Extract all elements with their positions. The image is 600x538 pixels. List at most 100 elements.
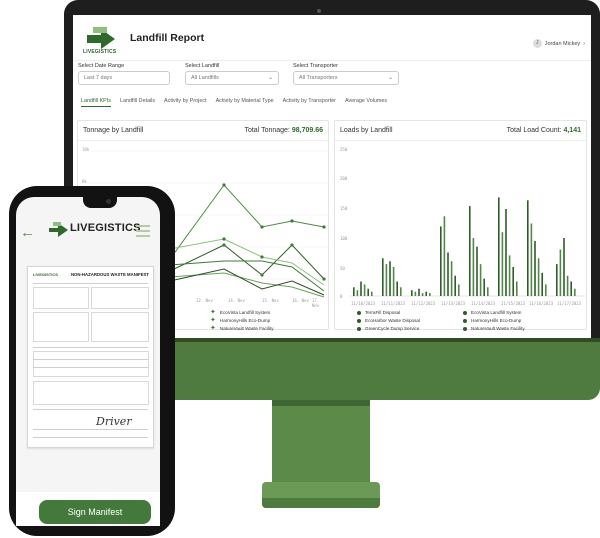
legend-item[interactable]: ✦ NatureVault Waste Facility	[210, 324, 274, 332]
x-tick-label: 11/15/2023	[501, 301, 526, 306]
series-line-6	[169, 268, 325, 296]
tab-activity-by-material[interactable]: Activity by Material Type	[216, 98, 274, 107]
legend-label: GreenCycle Dump Service	[365, 326, 420, 331]
load-bar	[450, 261, 453, 296]
brand-name: LIVEGISTICS	[83, 49, 117, 55]
load-bar	[411, 290, 413, 296]
x-tick-label: 11/13/2023	[441, 301, 466, 306]
manifest-header: LIVEGISTICS NON-HAZARDOUS WASTE MANIFEST	[33, 272, 149, 280]
livegistics-logo-icon	[49, 222, 68, 237]
load-bar	[516, 281, 518, 296]
hamburger-icon[interactable]	[136, 222, 150, 240]
loads-bar-chart	[349, 197, 585, 297]
divider	[33, 283, 148, 284]
legend-item[interactable]: TerraFill Disposal	[357, 310, 400, 315]
load-bar	[389, 261, 391, 296]
load-bar	[527, 200, 529, 296]
load-bar	[498, 197, 500, 296]
x-tick-label: 16. Nov	[292, 298, 309, 303]
load-bar	[476, 246, 478, 296]
series-line-1	[169, 184, 325, 260]
data-point	[290, 219, 294, 223]
x-tick-label: 17. Nov	[312, 298, 320, 308]
tab-average-volumes[interactable]: Average Volumes	[345, 98, 387, 107]
load-bar	[487, 287, 489, 296]
arrow-left-icon[interactable]: ←	[20, 224, 35, 241]
divider	[33, 359, 148, 360]
data-point	[260, 273, 264, 277]
loads-panel: Loads by Landfill Total Load Count: 4,14…	[334, 120, 587, 331]
landfill-value: All Landfills	[191, 75, 219, 81]
load-bar	[570, 281, 572, 296]
legend-label: NatureVault Waste Facility	[471, 326, 525, 331]
sign-manifest-button[interactable]: Sign Manifest	[39, 500, 151, 524]
load-bar	[574, 288, 576, 296]
load-bar	[418, 288, 420, 296]
star-marker-icon: ✦	[210, 324, 216, 332]
star-marker-icon: ✦	[210, 316, 216, 324]
chevron-down-icon: ⌄	[267, 75, 273, 81]
load-bar	[508, 255, 511, 296]
load-bar	[414, 291, 417, 296]
legend-item[interactable]: ✦ EcoVista Landfill System	[210, 309, 271, 316]
tonnage-total-label: Total Tonnage:	[244, 127, 290, 134]
landfill-select[interactable]: All Landfills ⌄	[185, 71, 279, 85]
legend-item[interactable]: EcoHarbor Waste Disposal	[357, 318, 420, 323]
avatar: J	[532, 39, 542, 48]
user-name: Jordan Mickey	[544, 40, 581, 47]
circle-marker-icon	[463, 326, 467, 331]
legend-item[interactable]: ✦ HarmonyHills Eco-Dump	[210, 316, 270, 324]
legend-item[interactable]: NatureVault Waste Facility	[463, 326, 525, 331]
monitor-base-front	[262, 498, 380, 508]
load-bar	[563, 238, 565, 296]
data-point	[290, 243, 294, 247]
x-tick-label: 11/14/2023	[471, 301, 496, 306]
load-bar	[566, 275, 569, 296]
monitor-stand	[272, 400, 370, 482]
circle-marker-icon	[357, 310, 361, 315]
divider	[33, 347, 148, 348]
load-bar	[541, 272, 543, 296]
tab-landfill-details[interactable]: Landfill Details	[120, 98, 155, 107]
load-bar	[512, 267, 514, 296]
legend-label: EcoVista Landfill System	[219, 310, 271, 315]
report-header: LIVEGISTICS Landfill Report J Jordan Mic…	[73, 15, 591, 61]
chevron-down-icon: ⌄	[387, 75, 393, 81]
divider	[33, 367, 148, 368]
date-range-label: Select Date Range	[78, 63, 125, 69]
legend-label: EcoHarbor Waste Disposal	[365, 318, 420, 323]
load-bar	[382, 258, 384, 296]
legend-item[interactable]: GreenCycle Dump Service	[357, 326, 419, 331]
tonnage-panel-header: Tonnage by Landfill Total Tonnage: 98,70…	[78, 121, 328, 141]
tab-activity-by-transporter[interactable]: Activity by Transporter	[283, 98, 336, 107]
manifest-field	[91, 287, 149, 309]
data-point	[260, 225, 264, 229]
user-menu[interactable]: J Jordan Mickey ›	[532, 39, 585, 48]
tonnage-panel-title: Tonnage by Landfill	[83, 127, 144, 134]
legend-item[interactable]: EcoVista Landfill System	[463, 310, 521, 315]
x-tick-label: 11/11/2023	[381, 301, 406, 306]
legend-label: TerraFill Disposal	[365, 310, 401, 315]
load-bar	[556, 264, 558, 296]
x-tick-label: 15. Nov	[262, 298, 279, 303]
load-bar	[545, 284, 547, 296]
legend-item[interactable]: HarmonyHills Eco-Dump	[463, 318, 521, 323]
page-title: Landfill Report	[130, 32, 205, 44]
load-bar	[421, 293, 424, 296]
x-tick-label: 14. Nov	[228, 298, 245, 303]
manifest-table	[33, 351, 149, 377]
waste-manifest-document: LIVEGISTICS NON-HAZARDOUS WASTE MANIFEST…	[27, 266, 154, 448]
load-bar	[429, 293, 431, 296]
tab-landfill-kpis[interactable]: Landfill KPIs	[81, 98, 111, 107]
transporter-select[interactable]: All Transporters ⌄	[293, 71, 399, 85]
load-bar	[454, 275, 456, 296]
divider	[33, 429, 148, 430]
load-bar	[353, 287, 355, 296]
monitor-stand-shadow	[272, 400, 370, 406]
tab-activity-by-project[interactable]: Activity by Project	[164, 98, 207, 107]
date-range-select[interactable]: Last 7 days	[78, 71, 170, 85]
manifest-field	[33, 381, 149, 405]
load-bar	[425, 291, 427, 296]
divider	[33, 409, 148, 410]
transporter-value: All Transporters	[299, 75, 338, 81]
